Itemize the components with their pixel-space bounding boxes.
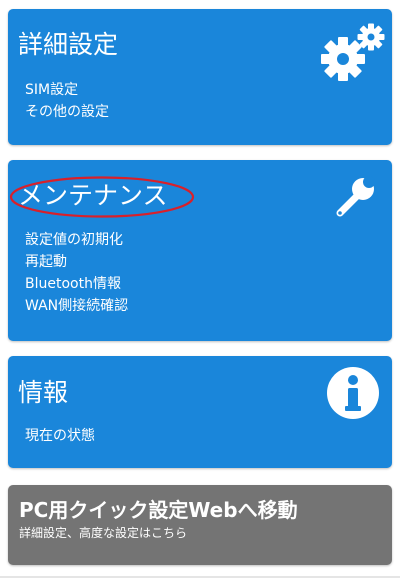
pc-quick-settings-web-button[interactable]: PC用クイック設定Webへ移動 詳細設定、高度な設定はこちら [8, 485, 392, 565]
link-reboot[interactable]: 再起動 [25, 251, 128, 273]
advanced-settings-links: SIM設定 その他の設定 [25, 79, 109, 123]
pc-quick-settings-web-subtitle: 詳細設定、高度な設定はこちら [19, 526, 188, 540]
link-sim-settings[interactable]: SIM設定 [25, 79, 109, 101]
wrench-icon [336, 176, 375, 217]
info-title: 情報 [18, 378, 69, 407]
maintenance-title: メンテナンス [18, 181, 168, 210]
link-bluetooth-info[interactable]: Bluetooth情報 [25, 273, 128, 295]
gears-icon [321, 23, 385, 81]
link-other-settings[interactable]: その他の設定 [25, 101, 109, 123]
link-factory-reset[interactable]: 設定値の初期化 [25, 229, 128, 251]
link-wan-connection-check[interactable]: WAN側接続確認 [25, 295, 128, 317]
advanced-settings-title: 詳細設定 [18, 30, 119, 59]
link-current-status[interactable]: 現在の状態 [25, 425, 95, 447]
info-icon [327, 367, 379, 419]
maintenance-card[interactable]: メンテナンス 設定値の初期化 再起動 Bluetooth情報 WAN側接続確認 [8, 160, 392, 341]
advanced-settings-card[interactable]: 詳細設定 SIM設定 その他の設定 [8, 9, 392, 145]
info-card[interactable]: 情報 現在の状態 [8, 356, 392, 468]
maintenance-links: 設定値の初期化 再起動 Bluetooth情報 WAN側接続確認 [25, 229, 128, 317]
pc-quick-settings-web-title: PC用クイック設定Webへ移動 [19, 498, 298, 522]
info-links: 現在の状態 [25, 425, 95, 447]
